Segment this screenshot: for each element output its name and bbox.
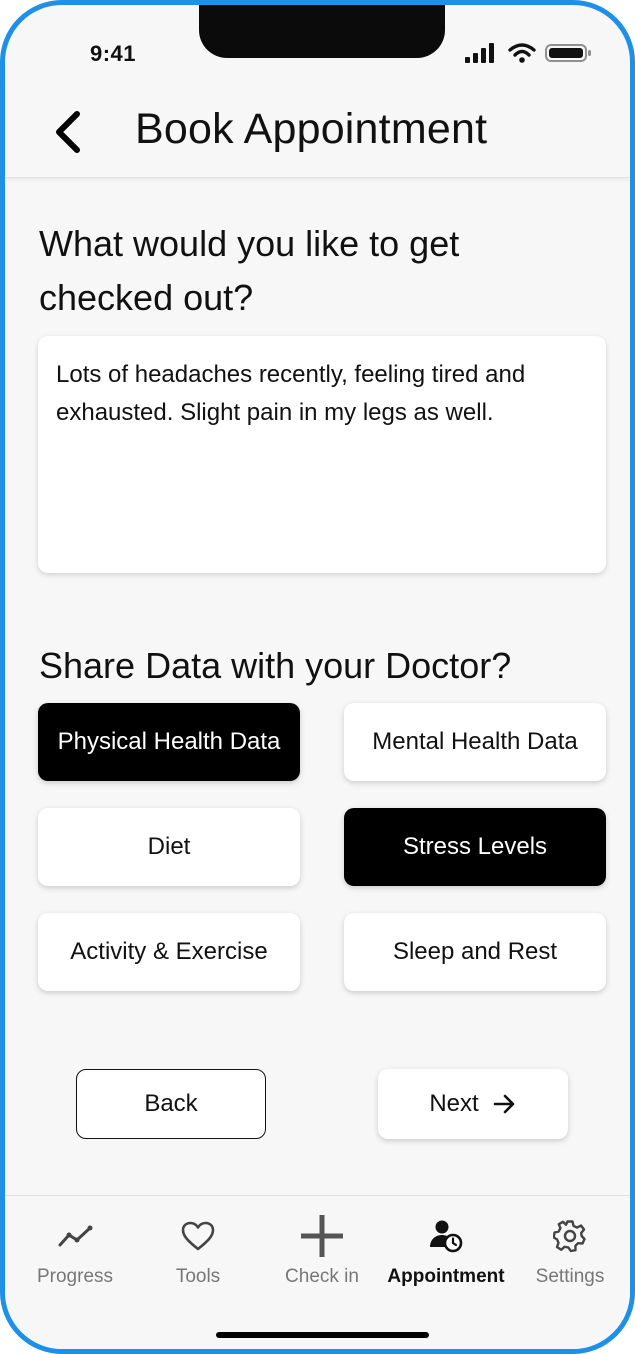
progress-chart-icon	[58, 1225, 93, 1247]
home-indicator	[216, 1332, 429, 1338]
battery-icon	[545, 44, 591, 62]
share-data-heading: Share Data with your Doctor?	[39, 645, 512, 686]
tab-tools[interactable]: Tools	[136, 1216, 260, 1296]
user-clock-icon	[430, 1220, 463, 1253]
status-time: 9:41	[90, 41, 137, 66]
plus-icon	[301, 1215, 343, 1257]
tab-label: Check in	[285, 1266, 359, 1287]
next-button[interactable]: Next	[378, 1069, 568, 1139]
share-option-diet[interactable]: Diet	[38, 808, 300, 886]
tab-settings[interactable]: Settings	[508, 1216, 630, 1296]
heart-icon	[181, 1221, 215, 1251]
tab-label: Progress	[36, 1266, 114, 1287]
wifi-icon	[508, 43, 536, 63]
gear-icon	[553, 1220, 586, 1253]
share-option-mental-health-data[interactable]: Mental Health Data	[344, 703, 606, 781]
next-button-label: Next	[429, 1090, 479, 1117]
tab-appointment[interactable]: Appointment	[384, 1216, 508, 1296]
arrow-right-icon	[493, 1094, 514, 1114]
back-chevron-icon[interactable]	[49, 110, 85, 154]
page-title: Book Appointment	[135, 105, 488, 153]
back-button-label: Back	[144, 1090, 198, 1117]
tab-check-in[interactable]: Check in	[260, 1215, 384, 1296]
back-button[interactable]: Back	[76, 1069, 266, 1139]
tab-label: Settings	[535, 1266, 605, 1287]
question-heading: What would you like to get checked out?	[39, 223, 460, 318]
device-notch	[199, 5, 445, 58]
tab-progress[interactable]: Progress	[13, 1216, 137, 1296]
share-option-sleep-rest[interactable]: Sleep and Rest	[344, 913, 606, 991]
share-option-stress-levels[interactable]: Stress Levels	[344, 808, 606, 886]
bottom-tab-bar: Progress Tools Check in Appointment Sett…	[5, 1195, 630, 1349]
signal-icon	[465, 43, 494, 63]
app-header: Book Appointment	[5, 85, 630, 178]
tab-label: Appointment	[387, 1266, 505, 1287]
symptoms-textarea[interactable]: Lots of headaches recently, feeling tire…	[38, 336, 606, 573]
phone-frame: 9:41 Book Appointment What would you lik…	[0, 0, 635, 1354]
tab-label: Tools	[175, 1266, 221, 1287]
share-option-activity-exercise[interactable]: Activity & Exercise	[38, 913, 300, 991]
share-option-physical-health-data[interactable]: Physical Health Data	[38, 703, 300, 781]
